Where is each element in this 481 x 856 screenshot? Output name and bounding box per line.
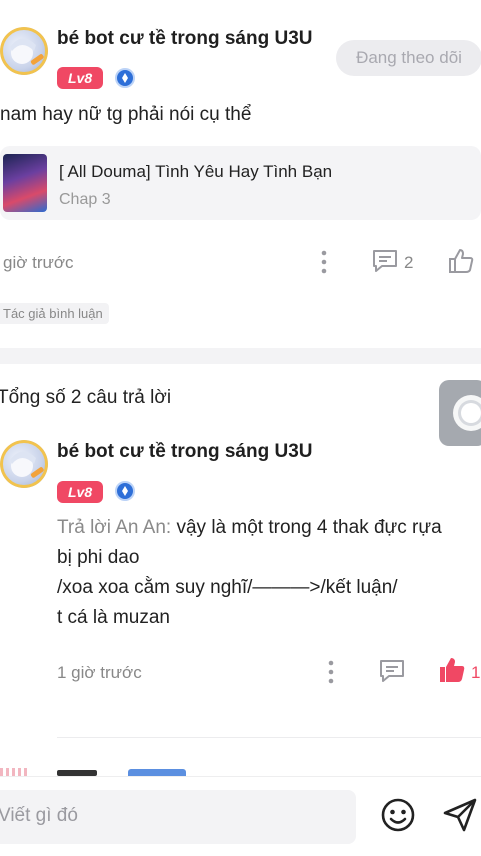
book-cover: [3, 154, 47, 212]
author-comment-tag: Tác giả bình luận: [0, 303, 109, 324]
next-reply-badge-partial: [128, 769, 186, 776]
reply-text-line-2: bị phi dao: [57, 547, 140, 568]
comment-icon[interactable]: [371, 248, 399, 274]
replies-count-header: Tổng số 2 câu trả lời: [0, 387, 172, 408]
verified-badge-icon: [115, 68, 135, 88]
reply-text-line-3: /xoa xoa cằm suy nghĩ/———>/kết luận/: [57, 577, 398, 598]
reply-thumbs-up-icon[interactable]: [437, 655, 467, 685]
reply-text-start: vậy là một trong 4 thak đực rựa: [171, 517, 442, 538]
comment-input[interactable]: Viết gì đó: [0, 790, 356, 844]
reply-text-line-4: t cá là muzan: [57, 607, 170, 628]
reply-verified-badge-icon: [115, 481, 135, 501]
reply-comment-icon[interactable]: [378, 658, 406, 684]
book-chapter: Chap 3: [59, 191, 111, 208]
reply-more-vertical-icon[interactable]: [323, 659, 339, 685]
reply-time: 1 giờ trước: [57, 663, 142, 682]
reply-to-prefix[interactable]: Trả lời An An:: [57, 517, 171, 538]
reply-like-count: 1: [471, 663, 481, 682]
next-reply-avatar-partial: [0, 768, 30, 776]
comment-time: giờ trước: [3, 253, 74, 272]
smiley-icon[interactable]: [380, 797, 416, 833]
comment-username[interactable]: bé bot cư tề trong sáng U3U: [57, 28, 313, 50]
comment-input-placeholder: Viết gì đó: [0, 805, 78, 826]
section-divider: [0, 348, 481, 364]
book-title: [ All Douma] Tình Yêu Hay Tình Bạn: [59, 162, 333, 181]
send-icon[interactable]: [441, 797, 479, 833]
reply-username[interactable]: bé bot cư tề trong sáng U3U: [57, 441, 313, 463]
more-vertical-icon[interactable]: [316, 249, 332, 275]
user-avatar[interactable]: [0, 27, 48, 75]
book-card[interactable]: [ All Douma] Tình Yêu Hay Tình Bạn Chap …: [0, 146, 481, 220]
follow-button[interactable]: Đang theo dõi: [336, 40, 481, 76]
level-badge: Lv8: [57, 67, 104, 89]
reply-user-avatar[interactable]: [0, 440, 48, 488]
floating-action-button[interactable]: [439, 380, 481, 446]
thumbs-up-icon[interactable]: [446, 246, 476, 276]
reply-level-badge: Lv8: [57, 481, 104, 503]
reply-text-line-1: Trả lời An An: vậy là một trong 4 thak đ…: [57, 513, 442, 543]
comment-text: nam hay nữ tg phải nói cụ thể: [0, 104, 252, 125]
reply-divider: [57, 737, 481, 738]
comment-count: 2: [404, 253, 414, 272]
